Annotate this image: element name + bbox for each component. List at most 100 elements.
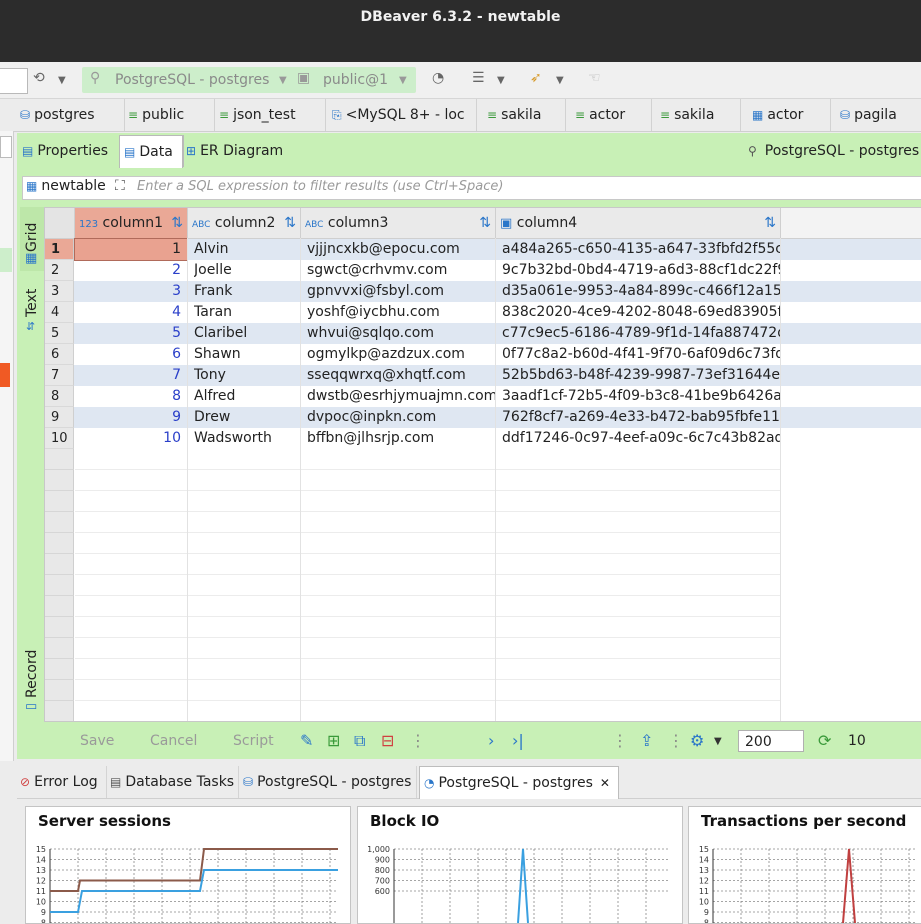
cell-column1[interactable]: 4: [75, 302, 187, 323]
tab-public[interactable]: ≡ public: [128, 99, 215, 131]
cell-column4[interactable]: d35a061e-9953-4a84-899c-c466f12a1539: [502, 281, 780, 302]
tab-sakila-2[interactable]: ≡ sakila: [660, 99, 741, 131]
row-number[interactable]: 9: [45, 407, 74, 428]
row-number[interactable]: 2: [45, 260, 74, 281]
next-page-icon[interactable]: ›: [488, 731, 494, 750]
sort-filter-icon[interactable]: ⇅: [171, 208, 183, 238]
last-page-icon[interactable]: ›|: [512, 731, 524, 750]
table-row[interactable]: 10 10 Wadsworth bffbn@jlhsrjp.com ddf17246-0…: [45, 428, 921, 449]
grid-corner[interactable]: [45, 208, 75, 239]
cell-column1[interactable]: 1: [74, 238, 188, 261]
dashboard-gauge-icon[interactable]: ◔: [432, 70, 444, 86]
side-tab-record[interactable]: Record ▭: [20, 646, 44, 720]
table-row[interactable]: 6 6 Shawn ogmylkp@azdzux.com 0f77c8a2-b60d-4…: [45, 344, 921, 365]
cell-column2[interactable]: Alfred: [194, 386, 300, 407]
tab-postgres-dashboard[interactable]: ◔ PostgreSQL - postgres ✕: [419, 766, 619, 799]
cell-column4[interactable]: c77c9ec5-6186-4789-9f1d-14fa887472d9: [502, 323, 780, 344]
tab-error-log[interactable]: ⊘ Error Log: [20, 766, 107, 798]
cell-column4[interactable]: 9c7b32bd-0bd4-4719-a6d3-88cf1dc22f9b: [502, 260, 780, 281]
row-number[interactable]: 3: [45, 281, 74, 302]
cell-column2[interactable]: Shawn: [194, 344, 300, 365]
table-row[interactable]: 9 9 Drew dvpoc@inpkn.com 762f8cf7-a269-4e33-…: [45, 407, 921, 428]
cell-column3[interactable]: bffbn@jlhsrjp.com: [307, 428, 495, 449]
column-header-column4[interactable]: ▣ column4 ⇅: [496, 208, 781, 239]
add-row-icon[interactable]: ⊞: [327, 731, 340, 750]
cell-column2[interactable]: Wadsworth: [194, 428, 300, 449]
row-number[interactable]: 10: [45, 428, 74, 449]
column-header-column1[interactable]: 123 column1 ⇅: [75, 208, 188, 239]
cell-column2[interactable]: Tony: [194, 365, 300, 386]
filter-table-label[interactable]: ▦ newtable: [26, 178, 106, 194]
datasource-label[interactable]: PostgreSQL - postgres: [115, 72, 269, 88]
connection-indicator[interactable]: ⚲ PostgreSQL - postgres: [748, 135, 921, 167]
tab-actor[interactable]: ≡ actor: [575, 99, 652, 131]
cell-column3[interactable]: gpnvvxi@fsbyl.com: [307, 281, 495, 302]
sort-filter-icon[interactable]: ⇅: [284, 208, 296, 238]
cell-column1[interactable]: 5: [75, 323, 187, 344]
cell-column1[interactable]: 6: [75, 344, 187, 365]
table-row[interactable]: 5 5 Claribel whvui@sqlqo.com c77c9ec5-6186-4…: [45, 323, 921, 344]
cell-column1[interactable]: 3: [75, 281, 187, 302]
tab-mysql[interactable]: ⎘ <MySQL 8+ - loc: [332, 99, 477, 131]
table-row[interactable]: 7 7 Tony sseqqwrxq@xhqtf.com 52b5bd63-b48f-4…: [45, 365, 921, 386]
copy-row-icon[interactable]: ⧉: [354, 731, 365, 751]
cell-column4[interactable]: 762f8cf7-a269-4e33-b472-bab95fbfe116: [502, 407, 780, 428]
row-number[interactable]: 5: [45, 323, 74, 344]
cell-column2[interactable]: Claribel: [194, 323, 300, 344]
cell-column3[interactable]: yoshf@iycbhu.com: [307, 302, 495, 323]
cell-column1[interactable]: 9: [75, 407, 187, 428]
chevron-down-icon[interactable]: ▼: [399, 75, 407, 86]
cell-column2[interactable]: Taran: [194, 302, 300, 323]
gear-icon[interactable]: ⚙: [690, 731, 704, 750]
cell-column3[interactable]: ogmylkp@azdzux.com: [307, 344, 495, 365]
cancel-button[interactable]: Cancel: [150, 733, 197, 749]
cell-column1[interactable]: 10: [75, 428, 187, 449]
cell-column4[interactable]: a484a265-c650-4135-a647-33fbfd2f55cd: [502, 239, 780, 260]
list-icon[interactable]: ☰: [472, 70, 485, 86]
row-number[interactable]: 8: [45, 386, 74, 407]
row-number[interactable]: 6: [45, 344, 74, 365]
edit-cell-icon[interactable]: ✎: [300, 731, 313, 750]
table-row[interactable]: 4 4 Taran yoshf@iycbhu.com 838c2020-4ce9-420…: [45, 302, 921, 323]
chevron-down-icon[interactable]: ▼: [497, 75, 505, 86]
tab-database-tasks[interactable]: ▤ Database Tasks: [110, 766, 239, 798]
table-row[interactable]: 1 1 Alvin vjjjncxkb@epocu.com a484a265-c650-…: [45, 238, 921, 261]
delete-row-icon[interactable]: ⊟: [381, 731, 394, 750]
side-tab-grid[interactable]: Grid ▦: [20, 207, 44, 271]
cell-column3[interactable]: whvui@sqlqo.com: [307, 323, 495, 344]
navigator-selected-item[interactable]: [0, 248, 12, 272]
cell-column1[interactable]: 7: [75, 365, 187, 386]
cell-column3[interactable]: dwstb@esrhjymuajmn.com: [307, 386, 495, 407]
cell-column2[interactable]: Alvin: [194, 239, 300, 260]
navigator-filter-input[interactable]: [0, 136, 12, 158]
transaction-mode-icon[interactable]: ⟲: [33, 70, 45, 86]
cell-column4[interactable]: 3aadf1cf-72b5-4f09-b3c8-41be9b6426a1: [502, 386, 780, 407]
tab-data[interactable]: ▤ Data: [119, 135, 183, 168]
table-row[interactable]: 8 8 Alfred dwstb@esrhjymuajmn.com 3aadf1cf-7…: [45, 386, 921, 407]
tab-actor-2[interactable]: ▦ actor: [752, 99, 831, 131]
filter-input[interactable]: Enter a SQL expression to filter results…: [137, 179, 503, 194]
tab-postgres[interactable]: ⛁ postgres: [20, 99, 125, 131]
row-number[interactable]: 1: [45, 239, 74, 260]
more-icon[interactable]: ⋮: [668, 731, 684, 750]
expand-icon[interactable]: ⛶: [115, 178, 125, 194]
sort-filter-icon[interactable]: ⇅: [764, 208, 776, 238]
cell-column4[interactable]: 0f77c8a2-b60d-4f41-9f70-6af09d6c73fd: [502, 344, 780, 365]
cell-column4[interactable]: 838c2020-4ce9-4202-8048-69ed83905f80: [502, 302, 780, 323]
script-button[interactable]: Script: [233, 733, 274, 749]
more-icon[interactable]: ⋮: [410, 731, 426, 750]
pointer-icon[interactable]: ☜: [588, 70, 601, 86]
column-header-column3[interactable]: ABC column3 ⇅: [301, 208, 496, 239]
sort-filter-icon[interactable]: ⇅: [479, 208, 491, 238]
cell-column3[interactable]: vjjjncxkb@epocu.com: [307, 239, 495, 260]
chevron-down-icon[interactable]: ▼: [714, 736, 722, 747]
close-icon[interactable]: ✕: [600, 776, 610, 790]
fetch-size-input[interactable]: 200: [738, 730, 804, 752]
cell-column3[interactable]: sgwct@crhvmv.com: [307, 260, 495, 281]
schema-label[interactable]: public@1: [323, 72, 388, 88]
rocket-icon[interactable]: ➶: [530, 70, 542, 86]
chevron-down-icon[interactable]: ▼: [279, 75, 287, 86]
tab-json-test[interactable]: ≡ json_test: [219, 99, 326, 131]
table-row[interactable]: 3 3 Frank gpnvvxi@fsbyl.com d35a061e-9953-4a…: [45, 281, 921, 302]
more-icon[interactable]: ⋮: [612, 731, 628, 750]
